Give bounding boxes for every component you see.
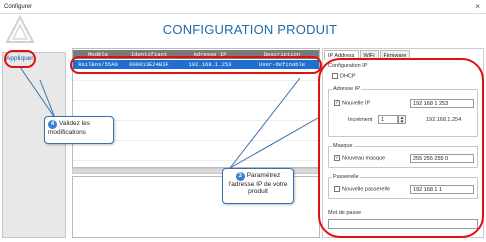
step-number: 4 <box>48 120 57 129</box>
callout-step-3: 3 Paramétrez l'adresse IP de votre produi… <box>222 168 294 204</box>
step-number: 3 <box>235 172 245 181</box>
callout-step-4: 4 Validez les modifications <box>44 116 114 144</box>
